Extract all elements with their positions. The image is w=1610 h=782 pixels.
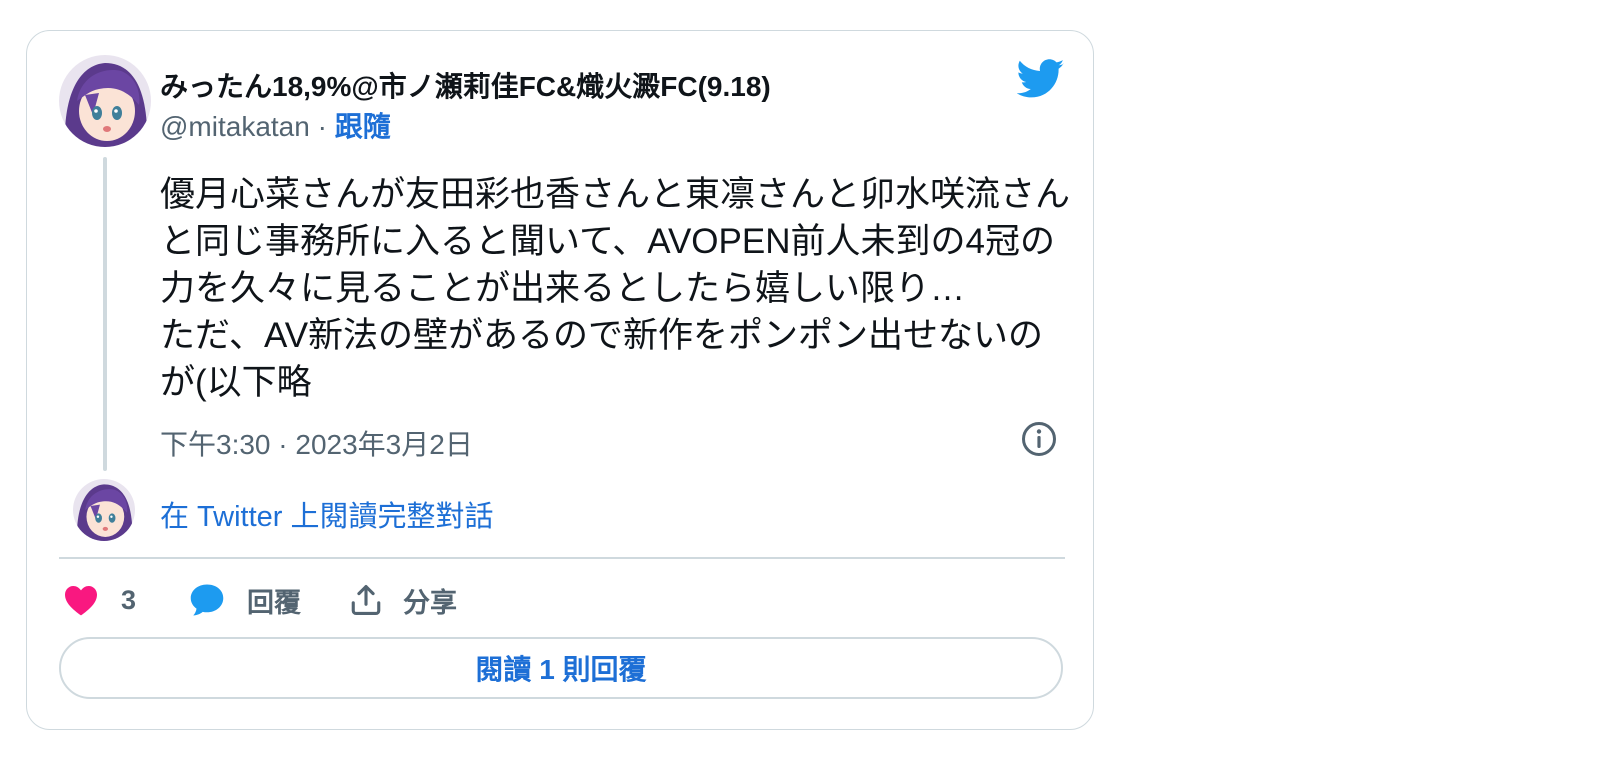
author-avatar[interactable] [59, 55, 151, 147]
tweet-timestamp[interactable]: 下午3:30 · 2023年3月2日 [160, 423, 473, 463]
reply-button[interactable]: 回覆 [189, 579, 301, 621]
reply-avatar[interactable] [73, 479, 135, 541]
author-display-name[interactable]: みったん18,9%@市ノ瀬莉佳FC&熾火澱FC(9.18) [160, 65, 771, 105]
handle-separator: · [317, 111, 327, 142]
read-replies-button[interactable]: 閱讀 1 則回覆 [59, 637, 1063, 699]
reply-label: 回覆 [247, 587, 301, 618]
follow-link[interactable]: 跟隨 [335, 111, 391, 142]
author-handle-row: @mitakatan · 跟隨 [160, 105, 391, 145]
share-button[interactable]: 分享 [349, 579, 457, 621]
tweet-text: 優月心菜さんが友田彩也香さんと東凛さんと卯水咲流さんと同じ事務所に入ると聞いて、… [160, 175, 1071, 402]
speech-bubble-icon [190, 584, 224, 616]
author-handle[interactable]: @mitakatan [160, 111, 310, 142]
read-full-conversation-link[interactable]: 在 Twitter 上閱讀完整對話 [160, 493, 494, 535]
thread-line [103, 157, 107, 471]
info-icon[interactable] [1021, 421, 1057, 457]
heart-icon [65, 586, 97, 616]
share-label: 分享 [403, 587, 457, 618]
like-button[interactable]: 3 [63, 579, 136, 621]
like-count: 3 [121, 584, 137, 615]
tweet-embed-card: みったん18,9%@市ノ瀬莉佳FC&熾火澱FC(9.18) @mitakatan… [26, 30, 1094, 730]
twitter-bird-icon[interactable] [1016, 59, 1065, 99]
share-upload-icon [351, 584, 381, 616]
divider [59, 557, 1065, 559]
